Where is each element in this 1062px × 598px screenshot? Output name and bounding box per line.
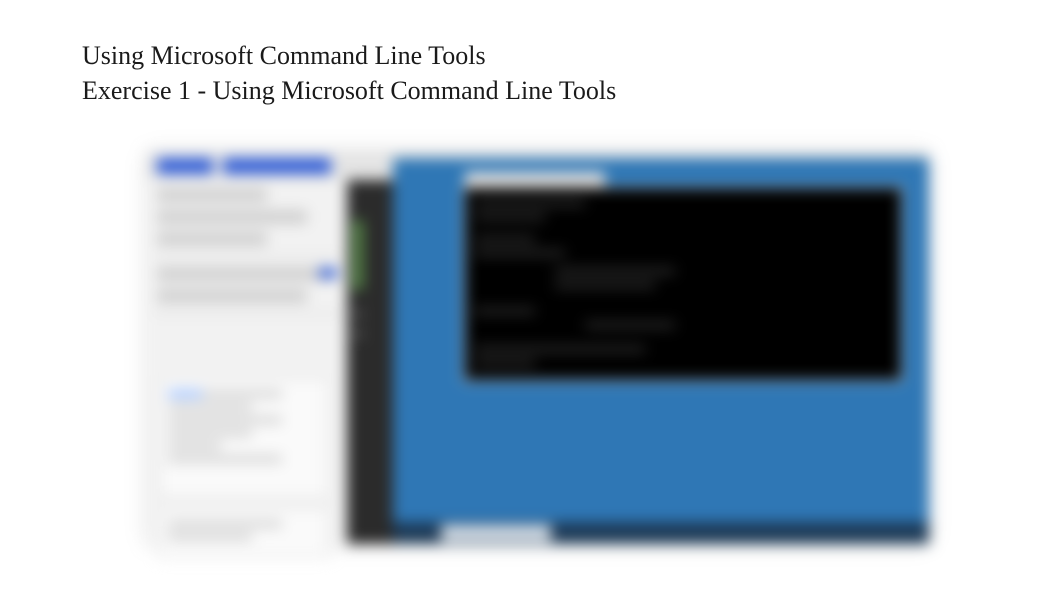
panel-card-line: [168, 403, 252, 411]
panel-card: [159, 378, 329, 498]
panel-text-line: [157, 267, 333, 281]
taskbar-item: [441, 525, 551, 541]
panel-card-line: [168, 442, 221, 450]
panel-card-line: [168, 520, 282, 528]
terminal-line: [475, 360, 535, 366]
windows-taskbar: [393, 522, 929, 544]
terminal-line: [475, 200, 585, 206]
lab-screenshot: [147, 152, 929, 544]
terminal-line: [475, 236, 535, 242]
instruction-panel: [147, 180, 347, 544]
terminal-line: [475, 308, 535, 314]
panel-card-line: [168, 429, 252, 437]
vm-sidebar: [347, 180, 393, 544]
terminal-line: [555, 268, 675, 274]
terminal-line: [475, 214, 545, 220]
terminal-line: [475, 250, 565, 256]
panel-accent-icon: [319, 268, 337, 278]
panel-text-line: [157, 210, 307, 224]
window-titlebar: [465, 172, 605, 186]
panel-card-line: [168, 390, 282, 398]
panel-card-line: [168, 533, 252, 541]
panel-card: [159, 508, 329, 558]
panel-text-line: [157, 188, 267, 202]
tab-button-2: [223, 158, 331, 174]
vm-thumb: [353, 330, 363, 338]
command-prompt-window: [463, 186, 903, 382]
terminal-line: [585, 322, 675, 328]
vm-desktop: [393, 158, 929, 544]
terminal-line: [475, 346, 645, 352]
tab-button-1: [157, 158, 213, 174]
panel-text-line: [157, 232, 267, 246]
terminal-line: [555, 282, 655, 288]
page-headings: Using Microsoft Command Line Tools Exerc…: [82, 40, 616, 107]
panel-separator: [153, 256, 341, 257]
vm-thumb: [353, 310, 363, 318]
page-subtitle: Exercise 1 - Using Microsoft Command Lin…: [82, 75, 616, 108]
panel-text-line: [157, 289, 307, 303]
page-title: Using Microsoft Command Line Tools: [82, 40, 616, 73]
panel-card-line: [168, 416, 282, 424]
panel-card-line: [168, 455, 282, 463]
panel-separator: [153, 313, 341, 314]
vm-active-indicator: [353, 220, 363, 290]
